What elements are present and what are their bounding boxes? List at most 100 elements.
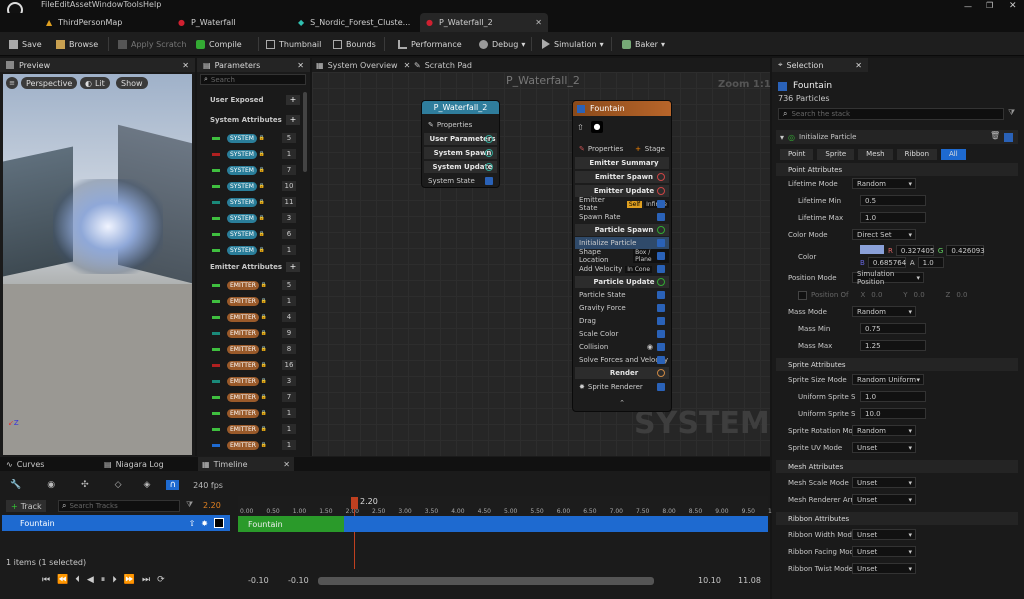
next-key-icon[interactable]: ⏩ <box>124 575 135 585</box>
parameters-search-input[interactable]: ⌕ Search <box>200 74 306 85</box>
add-module-icon[interactable] <box>657 226 665 234</box>
pin-icon[interactable]: ⇧ <box>189 519 196 528</box>
key-all-icon[interactable]: ◈ <box>144 480 151 490</box>
add-icon[interactable]: + <box>286 115 300 125</box>
system-node[interactable]: P_Waterfall_2 ✎ Properties User Parameter… <box>421 100 500 188</box>
initialize-particle-module[interactable]: ▾ ◎ Initialize Particle <box>780 131 856 143</box>
add-track-button[interactable]: + Track <box>6 500 46 512</box>
emitter-enabled-checkbox[interactable] <box>577 104 585 113</box>
step-forward-icon[interactable]: ⏵ <box>112 575 117 585</box>
ribbon-twist-dropdown[interactable]: Unset ▾ <box>852 563 916 574</box>
visibility-icon[interactable]: ◉ <box>647 343 653 351</box>
uniform-sprite-min-field[interactable]: 1.0 <box>860 391 926 402</box>
system-update-row[interactable]: System Update <box>424 161 497 173</box>
debug-dropdown[interactable]: Debug ▾ <box>479 32 525 56</box>
minimize-button[interactable]: — <box>964 2 974 11</box>
fountain-emitter-node[interactable]: Fountain ● ⇧ ✎ Properties + Stage Emitter S… <box>572 100 672 412</box>
maximize-button[interactable]: ❐ <box>986 1 996 10</box>
filter-mesh-button[interactable]: Mesh <box>858 148 893 160</box>
emitter-param-row[interactable]: EMITTER 🔒 9 <box>207 327 297 339</box>
system-param-row[interactable]: SYSTEM 🔒 10 <box>207 180 297 192</box>
close-window-button[interactable]: ✕ <box>1009 1 1019 11</box>
tab-niagara-log[interactable]: ▤ Niagara Log <box>104 458 164 470</box>
stack-search-input[interactable]: ⌕ Search the stack <box>778 108 1004 120</box>
color-mode-dropdown[interactable]: Direct Set ▾ <box>852 229 916 240</box>
menu-help[interactable]: Help <box>143 0 161 9</box>
enabled-checkbox[interactable] <box>657 383 665 391</box>
filter-icon[interactable]: ⧩ <box>186 500 193 510</box>
emitter-enabled-checkbox[interactable] <box>778 81 787 91</box>
tab-thirdpersonmap[interactable]: ▲ ThirdPersonMap <box>40 13 170 32</box>
system-overview-graph[interactable] <box>312 72 770 457</box>
emitter-param-row[interactable]: EMITTER 🔒 5 <box>207 279 297 291</box>
eye-icon[interactable]: ◉ <box>47 480 55 490</box>
system-param-row[interactable]: SYSTEM 🔒 3 <box>207 212 297 224</box>
enabled-checkbox[interactable] <box>657 291 665 299</box>
particle-update-row[interactable]: Particle Update <box>575 276 669 288</box>
enabled-checkbox[interactable] <box>657 265 665 273</box>
lifetime-mode-dropdown[interactable]: Random ▾ <box>852 178 916 189</box>
spawn-rate-row[interactable]: Spawn Rate <box>575 211 669 223</box>
emitter-param-row[interactable]: EMITTER 🔒 1 <box>207 295 297 307</box>
tab-timeline[interactable]: ▦ Timeline ✕ <box>198 457 294 471</box>
jump-start-icon[interactable]: ⏮ <box>42 575 50 585</box>
add-module-icon[interactable] <box>485 135 493 143</box>
tab-p-waterfall-2[interactable]: ● P_Waterfall_2 ✕ <box>420 13 548 32</box>
browse-button[interactable]: Browse <box>56 32 98 56</box>
filter-all-button[interactable]: All <box>941 148 966 160</box>
loop-icon[interactable]: ⟳ <box>157 575 165 585</box>
track-enabled-checkbox[interactable] <box>214 518 224 528</box>
simulation-dropdown[interactable]: Simulation ▾ <box>542 32 604 56</box>
menu-asset[interactable]: Asset <box>70 0 92 9</box>
lifetime-min-field[interactable]: 0.5 <box>860 195 926 206</box>
emitter-summary-row[interactable]: Emitter Summary <box>575 157 669 169</box>
add-module-icon[interactable] <box>657 369 665 377</box>
system-spawn-row[interactable]: System Spawn <box>424 147 497 159</box>
baker-dropdown[interactable]: Baker ▾ <box>622 32 665 56</box>
preview-menu-button[interactable]: ≡ <box>6 77 18 89</box>
close-panel-icon[interactable]: ✕ <box>182 61 189 70</box>
emitter-param-row[interactable]: EMITTER 🔒 4 <box>207 311 297 323</box>
close-tab-icon[interactable]: ✕ <box>283 460 290 469</box>
menu-window[interactable]: Window <box>92 0 124 9</box>
add-module-icon[interactable] <box>657 278 665 286</box>
emitter-param-row[interactable]: EMITTER 🔒 1 <box>207 407 297 419</box>
mass-min-field[interactable]: 0.75 <box>860 323 926 334</box>
close-panel-icon[interactable]: ✕ <box>855 61 862 70</box>
menu-file[interactable]: File <box>41 0 54 9</box>
lit-button[interactable]: ◐ Lit <box>80 77 110 89</box>
thumbnail-button[interactable]: Thumbnail <box>266 32 321 56</box>
tab-system-overview[interactable]: ▦ System Overview ✕ <box>316 58 410 72</box>
tab-scratch-pad[interactable]: ✎ Scratch Pad <box>414 58 472 72</box>
user-parameters-row[interactable]: User Parameters <box>424 133 497 145</box>
color-swatch[interactable] <box>860 245 884 254</box>
enabled-checkbox[interactable] <box>657 239 665 247</box>
emitter-spawn-row[interactable]: Emitter Spawn <box>575 171 669 183</box>
tab-curves[interactable]: ∿ Curves <box>6 458 44 470</box>
step-back-icon[interactable]: ⏴ <box>75 575 80 585</box>
filter-ribbon-button[interactable]: Ribbon <box>896 148 938 160</box>
lifetime-max-field[interactable]: 1.0 <box>860 212 926 223</box>
emitter-param-row[interactable]: EMITTER 🔒 8 <box>207 343 297 355</box>
enabled-checkbox[interactable] <box>657 330 665 338</box>
sprite-uv-dropdown[interactable]: Unset ▾ <box>852 442 916 453</box>
shape-location-row[interactable]: Shape Location Box / Plane <box>575 248 669 264</box>
drag-row[interactable]: Drag <box>575 315 669 327</box>
particle-state-row[interactable]: Particle State <box>575 289 669 301</box>
system-param-row[interactable]: SYSTEM 🔒 6 <box>207 228 297 240</box>
apply-scratch-button[interactable]: Apply Scratch <box>118 32 186 56</box>
save-button[interactable]: Save <box>9 32 42 56</box>
enabled-checkbox[interactable] <box>657 356 665 364</box>
mesh-attributes-header[interactable]: Mesh Attributes <box>776 460 1018 473</box>
sprite-rotation-dropdown[interactable]: Random ▾ <box>852 425 916 436</box>
close-panel-icon[interactable]: ✕ <box>297 61 304 70</box>
fountain-clip[interactable]: Fountain <box>238 516 344 532</box>
add-icon[interactable]: + <box>286 262 300 272</box>
emitter-param-row[interactable]: EMITTER 🔒 3 <box>207 375 297 387</box>
ribbon-attributes-header[interactable]: Ribbon Attributes <box>776 512 1018 525</box>
close-tab-icon[interactable]: ✕ <box>404 61 411 70</box>
bounds-button[interactable]: Bounds <box>333 32 376 56</box>
enabled-checkbox[interactable] <box>657 213 665 221</box>
perspective-button[interactable]: Perspective <box>21 77 78 89</box>
prev-key-icon[interactable]: ⏪ <box>57 575 68 585</box>
